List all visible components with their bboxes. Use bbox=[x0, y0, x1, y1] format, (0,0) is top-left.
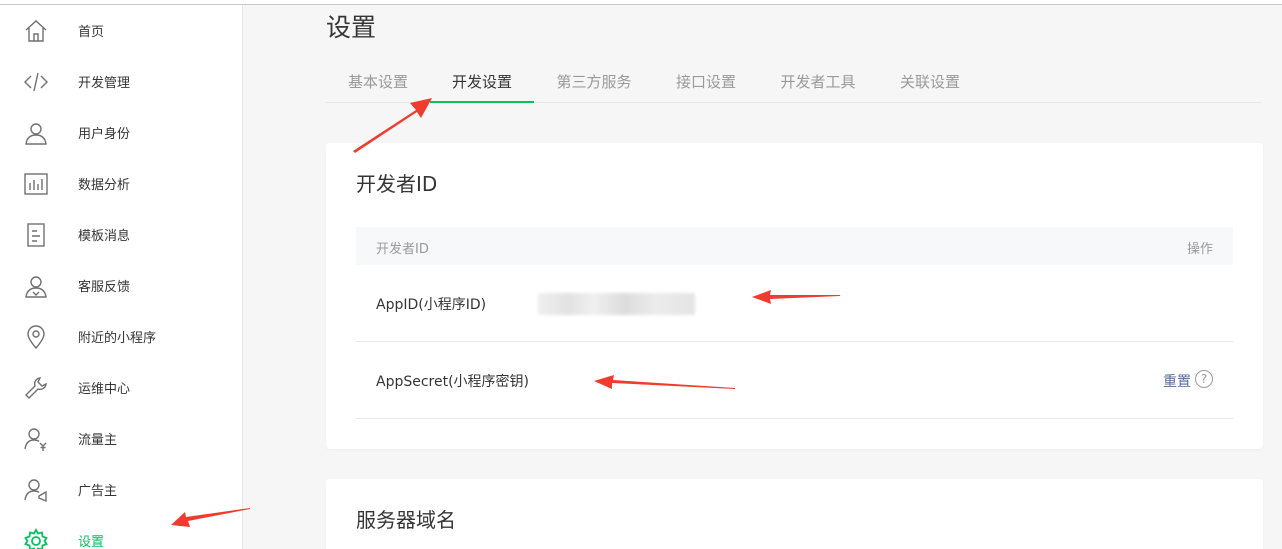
user-yen-icon bbox=[22, 425, 50, 453]
table-row-appid: AppID(小程序ID) bbox=[356, 265, 1233, 342]
sidebar-item-data-analysis[interactable]: 数据分析 bbox=[0, 158, 243, 209]
sidebar-item-dev-management[interactable]: 开发管理 bbox=[0, 56, 243, 107]
tab-association-settings[interactable]: 关联设置 bbox=[878, 64, 982, 103]
tab-dev-settings[interactable]: 开发设置 bbox=[430, 64, 534, 103]
sidebar-item-advertiser[interactable]: 广告主 bbox=[0, 464, 243, 515]
tab-third-party-services[interactable]: 第三方服务 bbox=[534, 64, 654, 103]
sidebar-item-label: 设置 bbox=[78, 535, 105, 549]
sidebar-item-nearby-mini-program[interactable]: 附近的小程序 bbox=[0, 311, 243, 362]
sidebar-item-label: 客服反馈 bbox=[78, 280, 131, 295]
help-icon[interactable]: ? bbox=[1195, 370, 1213, 388]
location-pin-icon bbox=[22, 323, 50, 351]
server-domain-card: 服务器域名 bbox=[326, 479, 1263, 549]
sidebar-item-label: 广告主 bbox=[78, 484, 118, 499]
table-header: 开发者ID 操作 bbox=[356, 227, 1233, 265]
reset-secret-link[interactable]: 重置 bbox=[1163, 371, 1191, 391]
settings-tabs: 基本设置 开发设置 第三方服务 接口设置 开发者工具 关联设置 bbox=[326, 64, 1262, 103]
page-title: 设置 bbox=[326, 13, 377, 42]
sidebar-item-label: 流量主 bbox=[78, 433, 118, 448]
column-header-developer-id: 开发者ID bbox=[376, 242, 429, 257]
sidebar-item-label: 附近的小程序 bbox=[78, 331, 157, 346]
sidebar-item-label: 开发管理 bbox=[78, 76, 131, 91]
user-icon bbox=[22, 119, 50, 147]
sidebar: 首页 开发管理 用户身份 数据分析 模板消息 客服反馈 附近的小程序 运维中心 … bbox=[0, 5, 243, 549]
tab-basic-settings[interactable]: 基本设置 bbox=[326, 64, 430, 103]
sidebar-item-traffic-owner[interactable]: 流量主 bbox=[0, 413, 243, 464]
wrench-icon bbox=[22, 374, 50, 402]
sidebar-item-settings[interactable]: 设置 bbox=[0, 515, 243, 549]
table-row-appsecret: AppSecret(小程序密钥) 重置 ? bbox=[356, 342, 1233, 419]
gear-icon bbox=[22, 527, 50, 549]
home-icon bbox=[22, 17, 50, 45]
sidebar-item-user-identity[interactable]: 用户身份 bbox=[0, 107, 243, 158]
appsecret-label: AppSecret(小程序密钥) bbox=[376, 374, 530, 390]
code-icon bbox=[22, 68, 50, 96]
developer-id-card: 开发者ID 开发者ID 操作 AppID(小程序ID) AppSecret(小程… bbox=[326, 143, 1263, 449]
tab-developer-tools[interactable]: 开发者工具 bbox=[758, 64, 878, 103]
appid-label: AppID(小程序ID) bbox=[376, 297, 487, 313]
sidebar-item-label: 模板消息 bbox=[78, 229, 131, 244]
card-title: 服务器域名 bbox=[356, 508, 456, 532]
sidebar-item-label: 首页 bbox=[78, 25, 105, 40]
sidebar-item-home[interactable]: 首页 bbox=[0, 5, 243, 56]
column-header-actions: 操作 bbox=[1186, 242, 1213, 257]
document-icon bbox=[22, 221, 50, 249]
sidebar-item-customer-feedback[interactable]: 客服反馈 bbox=[0, 260, 243, 311]
sidebar-item-template-message[interactable]: 模板消息 bbox=[0, 209, 243, 260]
appid-value-redacted bbox=[538, 293, 695, 315]
card-title: 开发者ID bbox=[356, 172, 438, 196]
sidebar-item-label: 用户身份 bbox=[78, 127, 131, 142]
user-megaphone-icon bbox=[22, 476, 50, 504]
bar-chart-icon bbox=[22, 170, 50, 198]
customer-service-icon bbox=[22, 272, 50, 300]
tab-api-settings[interactable]: 接口设置 bbox=[654, 64, 758, 103]
sidebar-item-ops-center[interactable]: 运维中心 bbox=[0, 362, 243, 413]
sidebar-item-label: 数据分析 bbox=[78, 178, 131, 193]
sidebar-item-label: 运维中心 bbox=[78, 382, 131, 397]
